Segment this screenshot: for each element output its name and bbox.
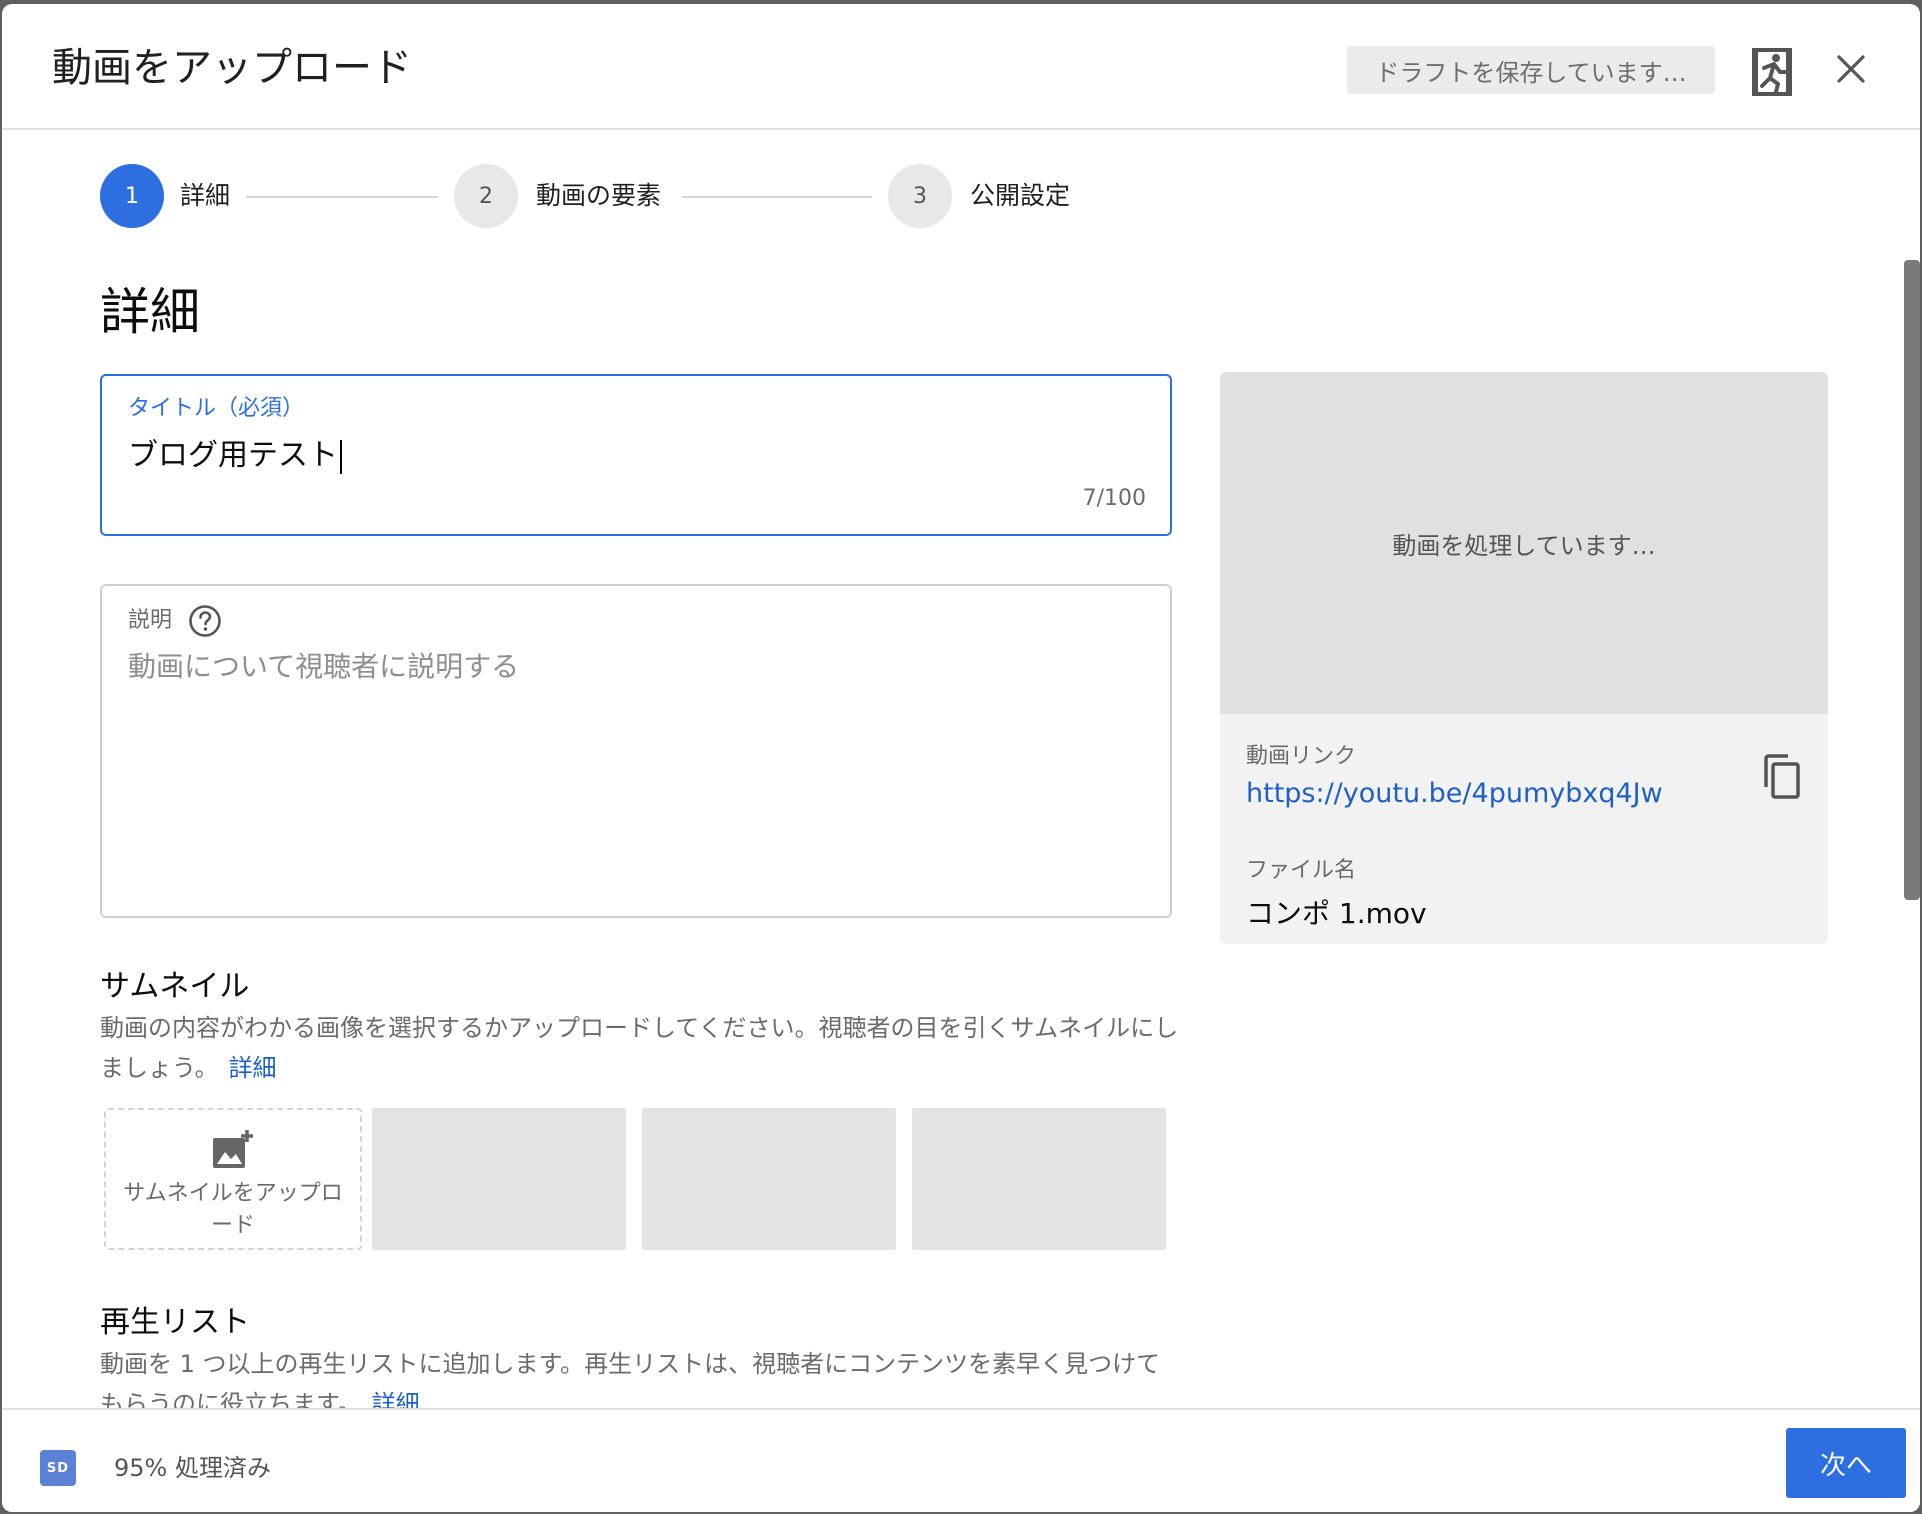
close-icon [1837,55,1865,83]
step-1-circle[interactable]: 1 [100,164,164,228]
filename-label: ファイル名 [1246,858,1357,883]
step-connector [246,196,438,198]
title-char-counter: 7/100 [1082,486,1146,511]
stepper: 1 詳細 2 動画の要素 3 公開設定 [100,164,1100,230]
close-button[interactable] [1828,46,1874,92]
thumbnail-more-link[interactable]: 詳細 [229,1054,277,1082]
title-input[interactable]: ブログ用テスト [128,436,342,476]
text-caret [340,439,342,474]
description-label: 説明 [128,608,173,633]
copy-link-button[interactable] [1758,750,1804,804]
section-title: 詳細 [100,283,200,341]
thumbnail-option[interactable] [642,1108,896,1250]
filename-value: コンポ 1.mov [1246,897,1427,930]
step-2-label[interactable]: 動画の要素 [536,180,661,212]
thumbnail-option[interactable] [912,1108,1166,1250]
playlist-section: 再生リスト 動画を 1 つ以上の再生リストに追加します。再生リストは、視聴者にコ… [2,1304,1202,1412]
sd-badge: SD [40,1450,76,1486]
video-link-label: 動画リンク [1246,744,1357,769]
upload-thumbnail-label: サムネイルをアップロード [123,1181,343,1238]
next-button[interactable]: 次へ [1786,1428,1906,1498]
playlist-description-text: 動画を 1 つ以上の再生リストに追加します。再生リストは、視聴者にコンテンツを素… [100,1350,1161,1412]
dialog-footer: SD 95% 処理済み 次へ [2,1408,1920,1512]
video-preview-panel: 動画を処理しています… 動画リンク https://youtu.be/4pumy… [1220,372,1828,944]
step-3-label[interactable]: 公開設定 [970,180,1070,212]
description-label-row: 説明 [128,604,222,638]
title-input-value: ブログ用テスト [128,438,338,473]
step-connector [682,196,872,198]
processing-text: 動画を処理しています… [1392,531,1656,560]
draft-status-chip: ドラフトを保存しています… [1347,46,1715,94]
thumbnail-description: 動画の内容がわかる画像を選択するかアップロードしてください。視聴者の目を引くサム… [100,1008,1180,1088]
copy-icon [1764,754,1800,799]
description-input[interactable]: 動画について視聴者に説明する [128,648,519,686]
upload-dialog: 動画をアップロード ドラフトを保存しています… 1 詳細 2 動画の要素 3 公… [2,4,1920,1512]
exit-person-icon [1752,48,1792,96]
add-photo-icon [213,1130,253,1168]
title-field[interactable]: タイトル（必須） ブログ用テスト 7/100 [100,374,1172,536]
title-field-label: タイトル（必須） [128,396,305,421]
help-circle-icon[interactable] [188,604,222,638]
upload-thumbnail-button[interactable]: サムネイルをアップロード [104,1108,362,1250]
playlist-description: 動画を 1 つ以上の再生リストに追加します。再生リストは、視聴者にコンテンツを素… [100,1344,1180,1412]
dialog-title: 動画をアップロード [52,45,412,91]
scrollbar[interactable] [1904,260,1920,900]
processing-status: 95% 処理済み [114,1454,271,1482]
step-3-circle[interactable]: 3 [888,164,952,228]
exit-button[interactable] [1747,44,1797,100]
dialog-header: 動画をアップロード ドラフトを保存しています… [2,4,1920,130]
playlist-title: 再生リスト [100,1305,250,1340]
step-2-circle[interactable]: 2 [454,164,518,228]
step-1-label[interactable]: 詳細 [180,180,230,212]
video-preview: 動画を処理しています… [1220,372,1828,714]
description-field[interactable]: 説明 動画について視聴者に説明する [100,584,1172,918]
video-link[interactable]: https://youtu.be/4pumybxq4Jw [1246,778,1663,809]
thumbnail-title: サムネイル [100,969,250,1004]
thumbnail-option[interactable] [372,1108,626,1250]
